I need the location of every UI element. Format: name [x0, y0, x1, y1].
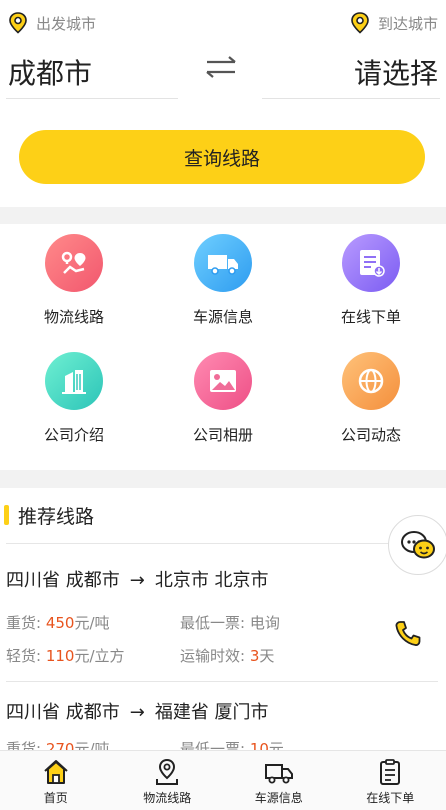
meta-unit: 天: [259, 647, 275, 665]
feature-label: 公司介绍: [43, 426, 104, 444]
feature-label: 物流线路: [43, 308, 104, 326]
arrival-city-selector[interactable]: 请选择: [354, 52, 438, 92]
feature-vehicle-info[interactable]: 车源信息: [149, 224, 297, 334]
globe-icon: [342, 352, 400, 410]
meta-unit: 元: [268, 740, 284, 750]
tab-label: 车源信息: [254, 791, 303, 805]
transit-time: 运输时效: 3天: [180, 645, 274, 666]
heavy-cargo-price: 重货: 270元/吨: [6, 738, 110, 750]
heavy-cargo-price: 重货: 450元/吨: [6, 612, 110, 633]
arrival-city-label-text: 到达城市: [377, 14, 438, 33]
meta-value: 3: [249, 647, 260, 665]
departure-city-label-text: 出发城市: [36, 14, 97, 33]
home-icon: [44, 760, 68, 784]
section-title-marker: [4, 505, 9, 525]
min-ticket-price: 最低一票: 10元: [180, 738, 284, 750]
order-document-icon: [342, 234, 400, 292]
route-search-panel: 出发城市 到达城市 成都市 请选择 查询线路: [0, 0, 446, 207]
meta-value: 110: [45, 647, 75, 665]
arrival-city-label: 到达城市: [350, 12, 438, 34]
route-arrow: →: [129, 570, 145, 591]
feature-online-order[interactable]: 在线下单: [297, 224, 445, 334]
meta-label: 轻货:: [6, 647, 46, 665]
truck-icon: [264, 764, 293, 784]
route-endpoints: 四川省 成都市 → 北京市 北京市: [6, 566, 269, 592]
tab-vehicle-info[interactable]: 车源信息: [223, 751, 335, 810]
meta-unit: 元/吨: [74, 740, 110, 750]
light-cargo-price: 轻货: 110元/立方: [6, 645, 125, 666]
swap-arrows-icon[interactable]: [203, 54, 239, 80]
meta-label: 最低一票:: [180, 740, 250, 750]
route-map-icon: [156, 758, 179, 785]
route-origin: 四川省 成都市: [6, 702, 120, 723]
location-pin-icon: [9, 12, 27, 34]
feature-label: 公司相册: [192, 426, 253, 444]
meta-value: 电询: [249, 614, 280, 632]
page: 出发城市 到达城市 成都市 请选择 查询线路 物流线路 车源信息 在线下单 公司…: [0, 0, 446, 810]
bottom-tab-bar: 首页 物流线路 车源信息 在线下单: [0, 750, 446, 810]
feature-grid: 物流线路 车源信息 在线下单 公司介绍 公司相册 公司动态: [0, 224, 446, 470]
departure-city-selector[interactable]: 成都市: [8, 52, 92, 92]
location-pin-icon: [351, 12, 369, 34]
route-arrow: →: [129, 702, 145, 723]
route-origin: 四川省 成都市: [6, 570, 120, 591]
meta-label: 运输时效:: [180, 647, 250, 665]
tab-label: 物流线路: [143, 791, 192, 805]
departure-city-label: 出发城市: [8, 12, 96, 34]
tab-label: 在线下单: [366, 791, 415, 805]
tab-home[interactable]: 首页: [0, 751, 112, 810]
meta-label: 重货:: [6, 614, 46, 632]
route-destination: 北京市 北京市: [154, 570, 269, 591]
meta-unit: 元/吨: [74, 614, 110, 632]
route-endpoints: 四川省 成都市 → 福建省 厦门市: [6, 698, 269, 724]
recommended-routes: 推荐线路 四川省 成都市 → 北京市 北京市 重货: 450元/吨 最低一票: 电询…: [0, 488, 446, 750]
feature-label: 在线下单: [340, 308, 401, 326]
section-title: 推荐线路: [18, 506, 95, 528]
chat-bubbles-icon: [401, 531, 435, 559]
meta-value: 10: [249, 740, 269, 750]
meta-unit: 元/立方: [74, 647, 125, 665]
feature-label: 车源信息: [192, 308, 253, 326]
truck-icon: [194, 234, 252, 292]
route-map-icon: [45, 234, 103, 292]
route-destination: 福建省 厦门市: [154, 702, 269, 723]
feature-company-album[interactable]: 公司相册: [149, 342, 297, 452]
customer-chat-button[interactable]: [388, 515, 446, 575]
feature-company-news[interactable]: 公司动态: [297, 342, 445, 452]
arrival-underline: [262, 98, 440, 99]
route-card[interactable]: 四川省 成都市 → 北京市 北京市 重货: 450元/吨 最低一票: 电询 轻货: …: [0, 544, 446, 682]
meta-label: 最低一票:: [180, 614, 250, 632]
photo-icon: [194, 352, 252, 410]
order-document-icon: [380, 759, 401, 785]
section-gap: [0, 207, 446, 224]
departure-underline: [6, 98, 178, 99]
building-icon: [45, 352, 103, 410]
meta-value: 450: [45, 614, 75, 632]
tab-logistics-routes[interactable]: 物流线路: [112, 751, 224, 810]
tab-label: 首页: [43, 791, 68, 805]
min-ticket-price: 最低一票: 电询: [180, 612, 280, 633]
route-card[interactable]: 四川省 成都市 → 福建省 厦门市 重货: 270元/吨 最低一票: 10元: [0, 682, 446, 750]
feature-logistics-routes[interactable]: 物流线路: [0, 224, 148, 334]
feature-label: 公司动态: [340, 426, 401, 444]
phone-icon[interactable]: [392, 618, 424, 650]
feature-company-intro[interactable]: 公司介绍: [0, 342, 148, 452]
meta-value: 270: [45, 740, 75, 750]
section-gap: [0, 470, 446, 488]
meta-label: 重货:: [6, 740, 46, 750]
query-routes-button[interactable]: 查询线路: [19, 130, 425, 184]
tab-online-order[interactable]: 在线下单: [335, 751, 446, 810]
